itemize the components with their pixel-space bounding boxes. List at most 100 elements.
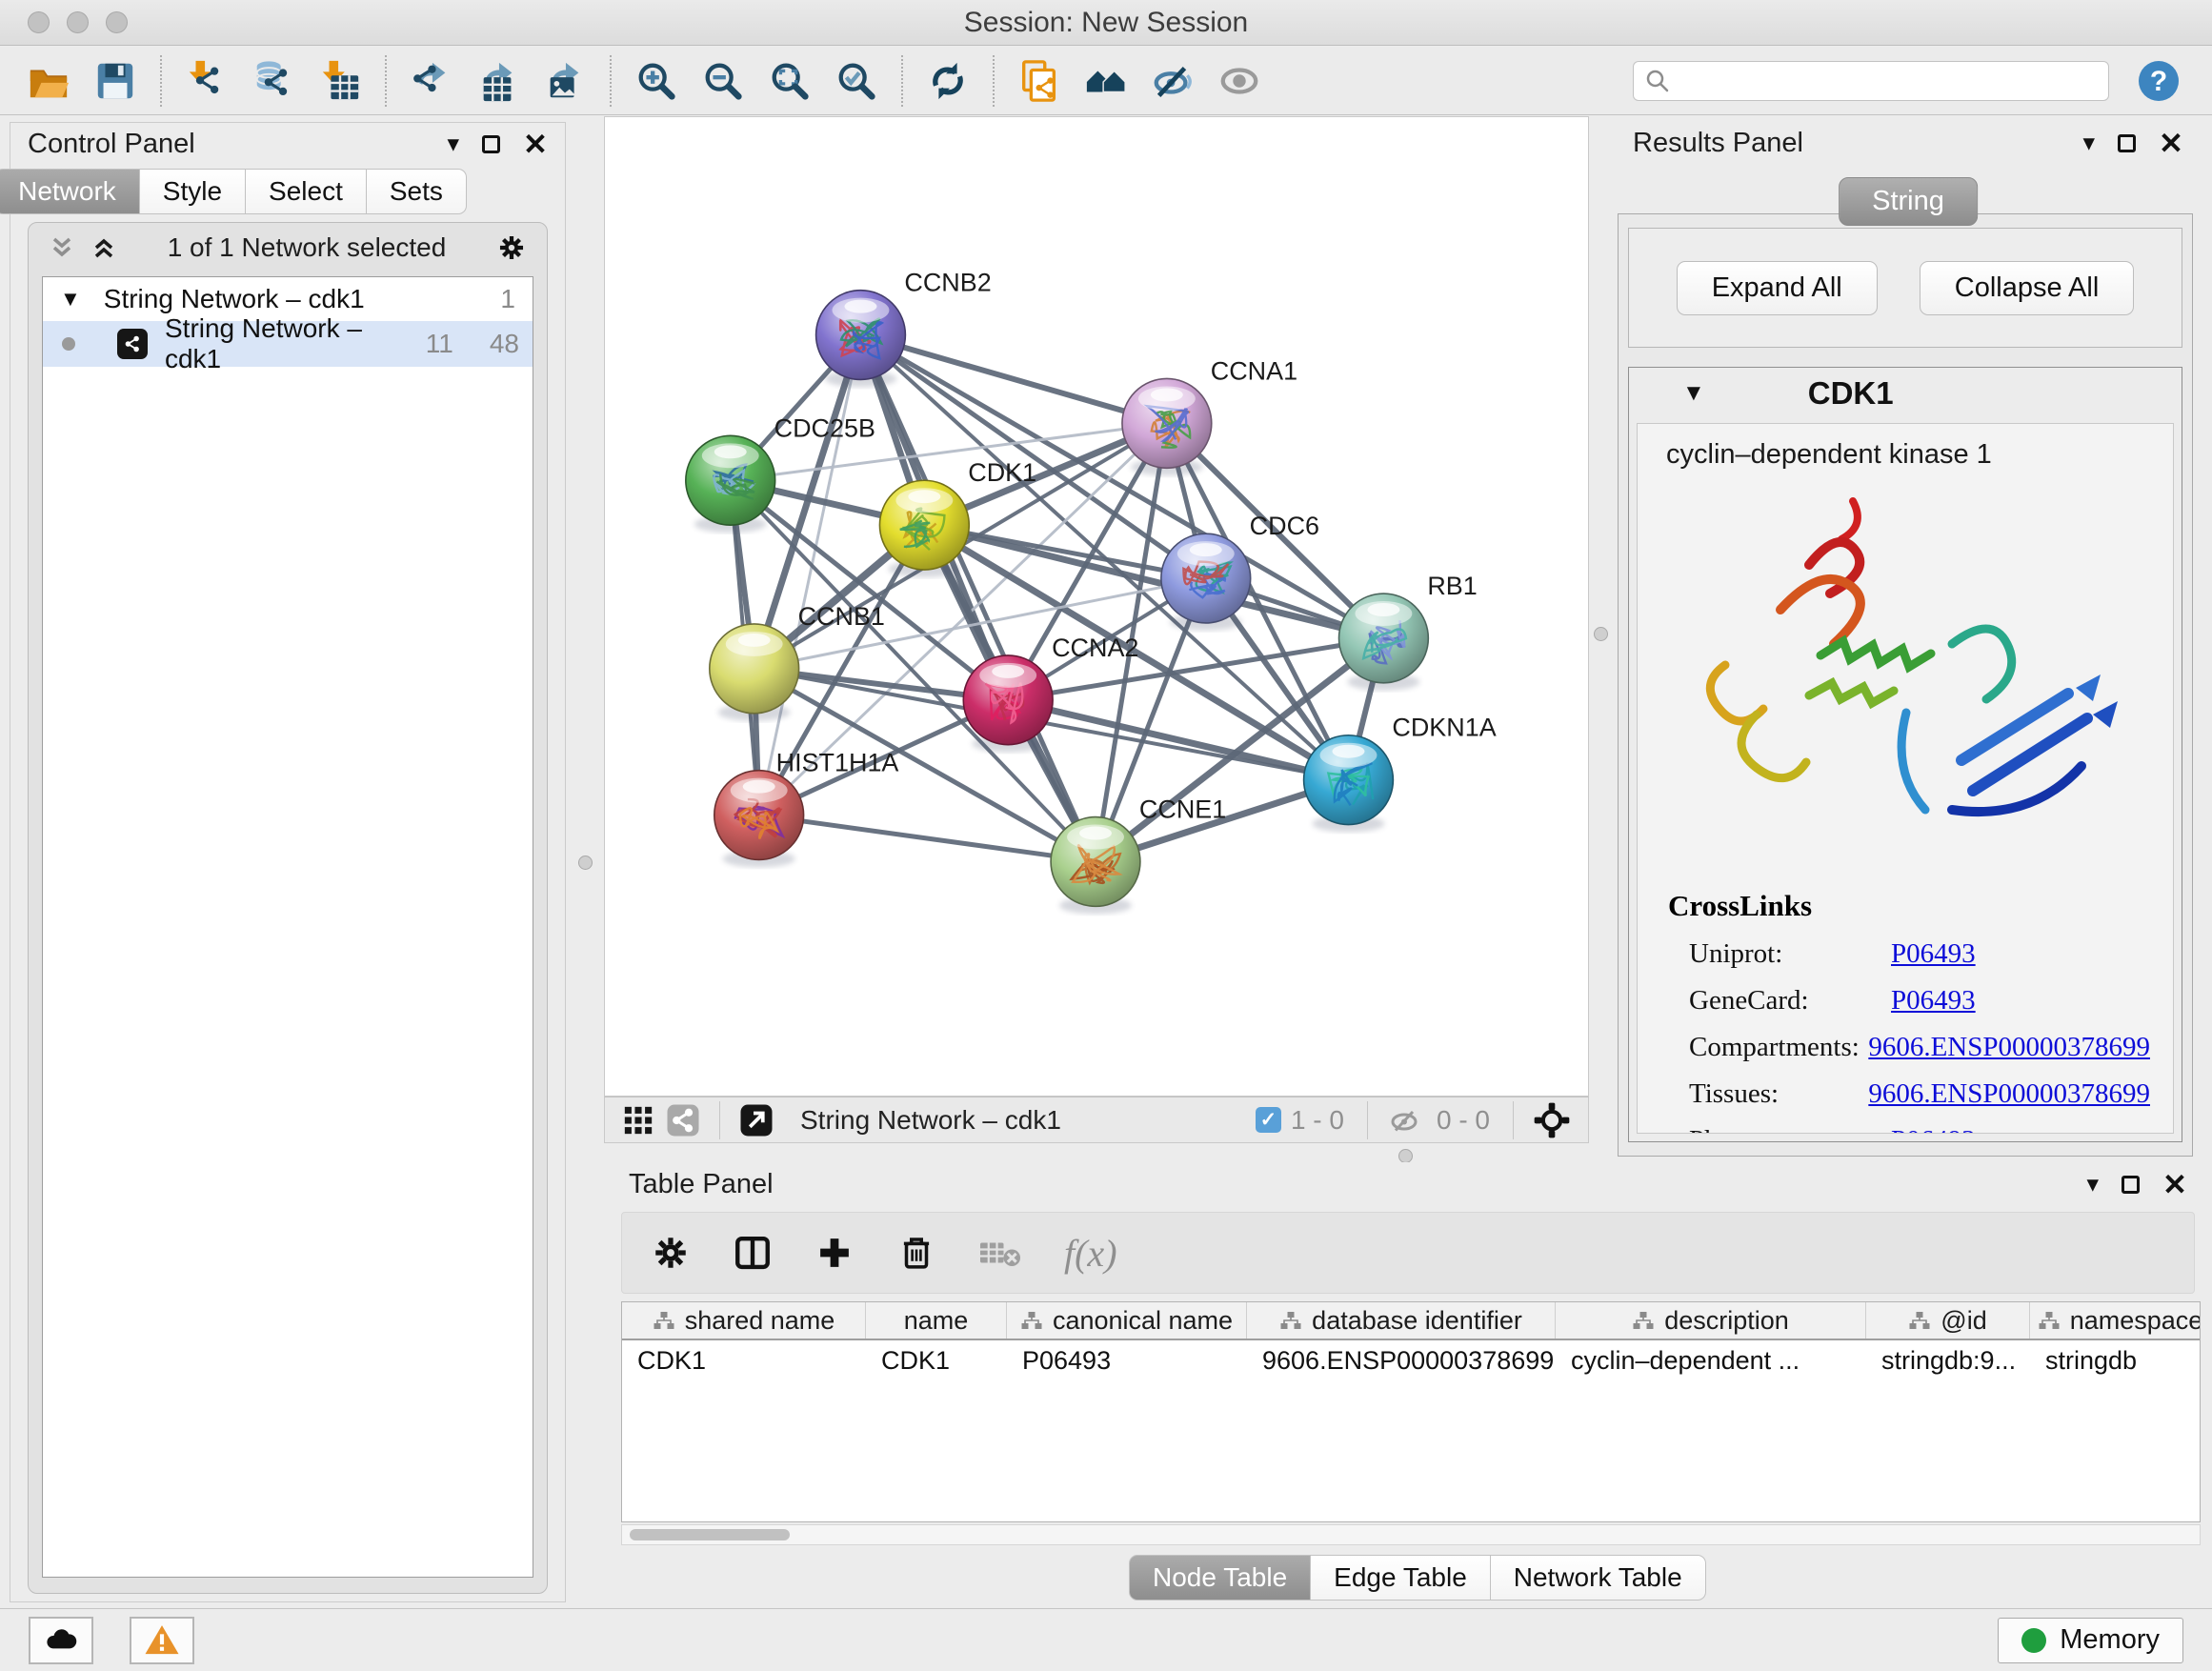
zoom-fit-button[interactable] <box>764 53 815 109</box>
table-cell[interactable]: stringdb <box>2030 1340 2201 1380</box>
memory-button[interactable]: Memory <box>1998 1618 2183 1663</box>
help-button[interactable]: ? <box>2136 58 2182 104</box>
function-icon[interactable]: f(x) <box>1064 1231 1117 1276</box>
right-splitter-handle[interactable] <box>1594 627 1608 641</box>
float-panel-icon[interactable] <box>2122 1176 2140 1194</box>
delete-table-icon[interactable] <box>978 1233 1022 1273</box>
tab-node-table[interactable]: Node Table <box>1129 1555 1311 1601</box>
collapse-all-icon[interactable] <box>48 233 76 262</box>
birdseye-icon[interactable] <box>1533 1101 1571 1139</box>
network-edge[interactable] <box>860 335 1096 862</box>
table-cell[interactable]: CDK1 <box>866 1340 1007 1380</box>
column-header-name[interactable]: name <box>866 1302 1007 1339</box>
open-in-window-icon[interactable] <box>739 1103 774 1137</box>
column-header-database-identifier[interactable]: database identifier <box>1247 1302 1556 1339</box>
split-columns-icon[interactable] <box>733 1233 773 1273</box>
open-session-button[interactable] <box>23 53 74 109</box>
export-image-button[interactable] <box>539 53 591 109</box>
show-all-button[interactable] <box>1214 53 1265 109</box>
table-cell[interactable]: CDK1 <box>622 1340 866 1380</box>
close-panel-icon[interactable]: ✕ <box>523 130 548 159</box>
warning-button[interactable] <box>130 1617 194 1664</box>
table-cell[interactable]: P06493 <box>1007 1340 1247 1380</box>
refresh-button[interactable] <box>922 53 974 109</box>
selected-checkbox[interactable]: ✓ <box>1256 1107 1281 1133</box>
tab-select[interactable]: Select <box>246 169 367 214</box>
float-panel-icon[interactable] <box>2118 134 2136 152</box>
grid-view-icon[interactable] <box>622 1104 654 1137</box>
zoom-selected-button[interactable] <box>831 53 882 109</box>
column-header-shared-name[interactable]: shared name <box>622 1302 866 1339</box>
entry-expander-icon[interactable]: ▼ <box>1682 380 1705 407</box>
column-header-description[interactable]: description <box>1556 1302 1866 1339</box>
search-field[interactable] <box>1672 65 2099 96</box>
zoom-in-button[interactable] <box>631 53 682 109</box>
crosslink-link[interactable]: P06493 <box>1891 985 1976 1017</box>
network-canvas[interactable]: CCNB2CCNA1CDC25BCDK1CDC6RB1CCNB1CCNA2CDK… <box>604 116 1589 1097</box>
delete-icon[interactable] <box>896 1233 936 1273</box>
network-node-CDKN1A[interactable] <box>1304 735 1394 833</box>
column-header-canonical-name[interactable]: canonical name <box>1007 1302 1247 1339</box>
tab-network[interactable]: Network <box>0 169 140 214</box>
save-session-button[interactable] <box>90 53 141 109</box>
close-panel-icon[interactable]: ✕ <box>2162 1170 2187 1199</box>
expand-all-button[interactable]: Expand All <box>1677 261 1878 315</box>
home-button[interactable] <box>1080 53 1132 109</box>
column-header-@id[interactable]: @id <box>1866 1302 2030 1339</box>
network-edge[interactable] <box>759 815 1096 862</box>
network-node-CCNB1[interactable] <box>710 624 799 721</box>
tab-sets[interactable]: Sets <box>367 169 467 214</box>
tab-style[interactable]: Style <box>140 169 246 214</box>
gear-icon[interactable] <box>495 232 528 264</box>
clone-network-button[interactable] <box>1014 53 1065 109</box>
export-network-button[interactable] <box>406 53 457 109</box>
zoom-out-button[interactable] <box>697 53 749 109</box>
hidden-eye-icon[interactable] <box>1387 1103 1421 1137</box>
add-column-icon[interactable] <box>814 1233 855 1273</box>
table-cell[interactable]: cyclin–dependent ... <box>1556 1340 1866 1380</box>
tab-edge-table[interactable]: Edge Table <box>1311 1555 1491 1601</box>
search-input[interactable] <box>1633 61 2109 101</box>
tab-string[interactable]: String <box>1839 177 1978 226</box>
panel-menu-icon[interactable]: ▾ <box>2082 131 2095 155</box>
collapse-all-button[interactable]: Collapse All <box>1920 261 2135 315</box>
panel-menu-icon[interactable]: ▾ <box>2086 1173 2099 1197</box>
expand-all-icon[interactable] <box>90 233 118 262</box>
table-row[interactable]: CDK1CDK1P064939606.ENSP00000378699cyclin… <box>622 1340 2200 1380</box>
network-edge[interactable] <box>759 335 861 815</box>
network-node-CCNE1[interactable] <box>1051 817 1140 915</box>
column-header-namespace[interactable]: namespace <box>2030 1302 2201 1339</box>
hide-selected-button[interactable] <box>1147 53 1198 109</box>
crosslink-link[interactable]: P06493 <box>1891 938 1976 970</box>
table-cell[interactable]: stringdb:9... <box>1866 1340 2030 1380</box>
tab-network-table[interactable]: Network Table <box>1491 1555 1706 1601</box>
scrollbar-thumb[interactable] <box>630 1529 790 1540</box>
close-panel-icon[interactable]: ✕ <box>2159 129 2183 158</box>
network-graph[interactable]: CCNB2CCNA1CDC25BCDK1CDC6RB1CCNB1CCNA2CDK… <box>605 117 1588 1096</box>
network-node-RB1[interactable] <box>1339 594 1429 691</box>
crosslink-label: Compartments: <box>1689 1032 1868 1063</box>
crosslink-link[interactable]: 9606.ENSP00000378699 <box>1868 1032 2150 1063</box>
network-node-CDC25B[interactable] <box>686 435 775 533</box>
float-panel-icon[interactable] <box>482 135 500 153</box>
import-table-file-button[interactable] <box>314 53 366 109</box>
horizontal-scrollbar[interactable] <box>621 1524 2201 1545</box>
bottom-splitter-handle[interactable] <box>1398 1149 1413 1163</box>
table-cell[interactable]: 9606.ENSP00000378699 <box>1247 1340 1556 1380</box>
network-node-CDC6[interactable] <box>1161 534 1251 631</box>
network-node-HIST1H1A[interactable] <box>714 771 804 868</box>
crosslink-link[interactable]: 9606.ENSP00000378699 <box>1868 1078 2150 1110</box>
gear-icon[interactable] <box>651 1233 691 1273</box>
network-node-CCNA1[interactable] <box>1122 378 1212 475</box>
crosslink-link[interactable]: P06493 <box>1891 1125 1976 1134</box>
cloud-button[interactable] <box>29 1617 93 1664</box>
import-network-database-button[interactable] <box>248 53 299 109</box>
share-network-icon[interactable] <box>666 1103 700 1137</box>
left-splitter-handle[interactable] <box>578 856 593 870</box>
panel-menu-icon[interactable]: ▾ <box>447 132 459 156</box>
export-table-button[interactable] <box>473 53 524 109</box>
tree-expander-icon[interactable]: ▼ <box>60 287 81 312</box>
import-network-file-button[interactable] <box>181 53 232 109</box>
network-row-selected[interactable]: String Network – cdk1 11 48 <box>43 321 533 367</box>
column-label: @id <box>1941 1306 1986 1336</box>
